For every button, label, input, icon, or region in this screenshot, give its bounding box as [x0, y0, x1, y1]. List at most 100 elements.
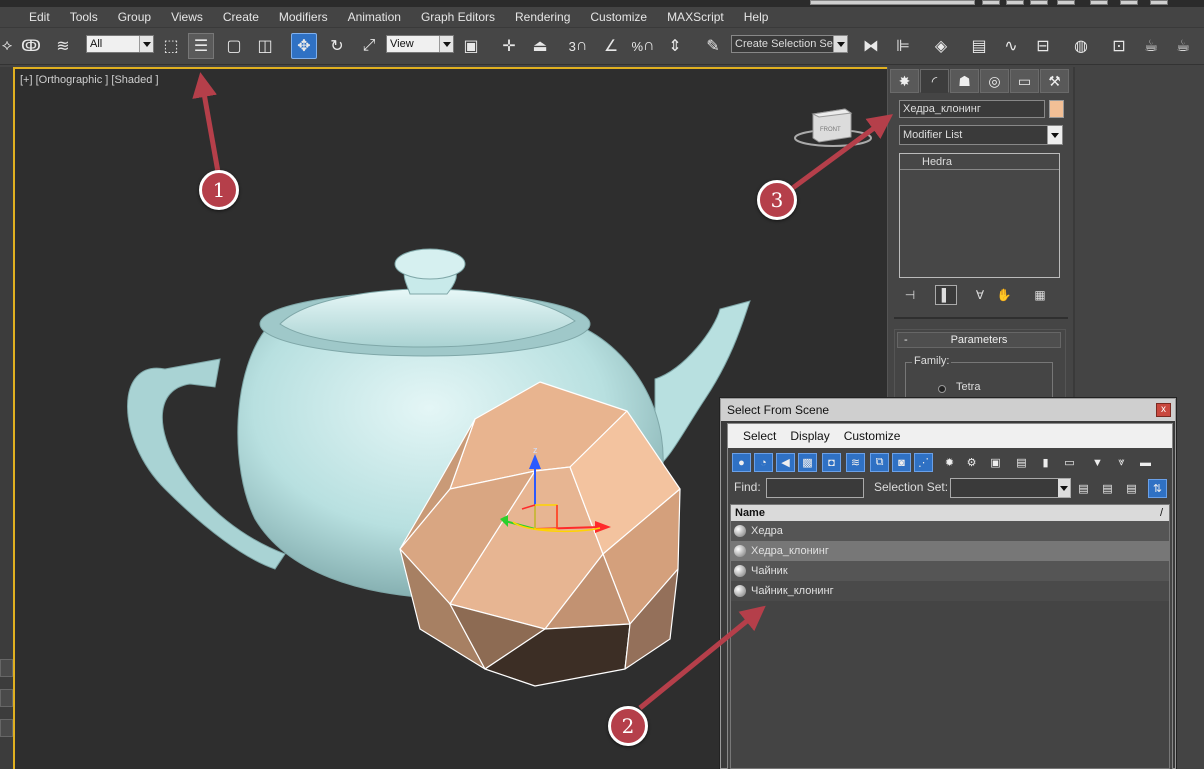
- select-influences-icon[interactable]: ▤: [1122, 479, 1141, 498]
- show-end-result-icon[interactable]: ▌: [935, 285, 957, 305]
- rendered-frame-icon[interactable]: ☕: [1138, 33, 1164, 59]
- dialog-menu-select[interactable]: Select: [736, 429, 783, 443]
- window-crossing-icon[interactable]: ◫: [252, 33, 278, 59]
- dialog-close-button[interactable]: x: [1156, 403, 1171, 417]
- menu-group[interactable]: Group: [108, 7, 161, 27]
- select-manipulate-icon[interactable]: ✛: [496, 33, 522, 59]
- list-item[interactable]: Чайник_клонинг: [731, 581, 1169, 601]
- display-geometry-icon[interactable]: ●: [732, 453, 751, 472]
- make-unique-icon[interactable]: ∀: [969, 285, 991, 305]
- chevron-down-icon[interactable]: [439, 36, 453, 52]
- hierarchy-tab-icon[interactable]: ☗: [950, 69, 979, 93]
- modify-tab-icon[interactable]: ◜: [920, 69, 949, 93]
- maximize-button[interactable]: [1120, 0, 1138, 5]
- menu-rendering[interactable]: Rendering: [505, 7, 580, 27]
- select-scale-icon[interactable]: ⤢: [356, 33, 382, 59]
- list-item[interactable]: Чайник: [731, 561, 1169, 581]
- select-object-icon[interactable]: ⬚: [158, 33, 184, 59]
- family-option-tetra[interactable]: Tetra: [956, 381, 980, 393]
- bind-space-warp-icon[interactable]: ≋: [50, 33, 76, 59]
- dialog-title[interactable]: Select From Scene: [721, 399, 1175, 421]
- mirror-icon[interactable]: ⧓: [858, 33, 884, 59]
- utilities-tab-icon[interactable]: ⚒: [1040, 69, 1069, 93]
- display-none-icon[interactable]: ⚙: [962, 453, 981, 472]
- curve-editor-icon[interactable]: ∿: [998, 33, 1024, 59]
- angle-snap-icon[interactable]: ∠: [598, 33, 624, 59]
- viewcube[interactable]: FRONT: [794, 108, 872, 147]
- selection-set-dropdown[interactable]: [950, 478, 1071, 498]
- minimize-button[interactable]: [1090, 0, 1108, 5]
- select-dependents-icon[interactable]: ▤: [1074, 479, 1093, 498]
- strip-button[interactable]: [0, 719, 13, 737]
- modifier-list-dropdown[interactable]: Modifier List: [899, 125, 1063, 145]
- rect-selection-icon[interactable]: ▢: [221, 33, 247, 59]
- display-space-warps-icon[interactable]: ≋: [846, 453, 865, 472]
- display-cameras-icon[interactable]: ▩: [798, 453, 817, 472]
- viewport-label[interactable]: [+] [Orthographic ] [Shaded ]: [20, 74, 159, 86]
- select-all-icon[interactable]: ▮: [1036, 453, 1055, 472]
- columns-icon[interactable]: ▬: [1136, 453, 1155, 472]
- display-xrefs-icon[interactable]: ◙: [892, 453, 911, 472]
- menu-graph-editors[interactable]: Graph Editors: [411, 7, 505, 27]
- configure-modifier-sets-icon[interactable]: ▦: [1029, 285, 1051, 305]
- menu-customize[interactable]: Customize: [580, 7, 657, 27]
- object-list[interactable]: Name / Хедра Хедра_клонинг Чайник Чайник_…: [730, 504, 1170, 769]
- select-none-icon[interactable]: ▭: [1060, 453, 1079, 472]
- remove-modifier-icon[interactable]: ✋: [993, 285, 1015, 305]
- close-button[interactable]: [1150, 0, 1168, 5]
- object-name-field[interactable]: Хедра_клонинг: [899, 100, 1045, 118]
- strip-button[interactable]: [0, 689, 13, 707]
- list-item[interactable]: Хедра_клонинг: [731, 541, 1169, 561]
- create-tab-icon[interactable]: ✸: [890, 69, 919, 93]
- display-all-icon[interactable]: ✹: [940, 453, 959, 472]
- search-box[interactable]: [810, 0, 975, 5]
- select-children-icon[interactable]: ▤: [1098, 479, 1117, 498]
- render-production-icon[interactable]: ☕: [1170, 33, 1196, 59]
- menu-tools[interactable]: Tools: [60, 7, 108, 27]
- filter-options-icon[interactable]: ⩔: [1112, 453, 1131, 472]
- find-input[interactable]: [766, 478, 864, 498]
- select-link-icon[interactable]: ⟡: [0, 33, 20, 59]
- select-by-name-icon[interactable]: ☰: [188, 33, 214, 59]
- sync-selection-icon[interactable]: ⇅: [1148, 479, 1167, 498]
- align-icon[interactable]: ⊫: [890, 33, 916, 59]
- spinner-snap-icon[interactable]: ⇕: [662, 33, 688, 59]
- menu-views[interactable]: Views: [161, 7, 213, 27]
- material-editor-icon[interactable]: ◍: [1068, 33, 1094, 59]
- display-lights-icon[interactable]: ◀: [776, 453, 795, 472]
- object-color-swatch[interactable]: [1049, 100, 1064, 118]
- dialog-menu-display[interactable]: Display: [783, 429, 836, 443]
- scene-explorer-icon[interactable]: ▤: [966, 33, 992, 59]
- parameters-rollout-header[interactable]: - Parameters: [897, 332, 1061, 348]
- title-button[interactable]: [982, 0, 1000, 5]
- display-tab-icon[interactable]: ▭: [1010, 69, 1039, 93]
- menu-edit[interactable]: Edit: [19, 7, 60, 27]
- edit-named-selection-icon[interactable]: ✎: [700, 33, 726, 59]
- motion-tab-icon[interactable]: ◎: [980, 69, 1009, 93]
- named-selection-dropdown[interactable]: Create Selection Se: [731, 35, 848, 53]
- display-helpers-icon[interactable]: ◘: [822, 453, 841, 472]
- unlink-icon[interactable]: ↂ: [18, 33, 44, 59]
- family-radio[interactable]: [938, 385, 946, 393]
- name-column-header[interactable]: Name /: [731, 505, 1169, 521]
- filter-icon[interactable]: ▼: [1088, 453, 1107, 472]
- pin-stack-icon[interactable]: ⊣: [899, 285, 921, 305]
- strip-button[interactable]: [0, 659, 13, 677]
- pivot-center-icon[interactable]: ▣: [458, 33, 484, 59]
- display-shapes-icon[interactable]: ◔: [754, 453, 773, 472]
- menu-modifiers[interactable]: Modifiers: [269, 7, 338, 27]
- keyboard-shortcut-icon[interactable]: ⏏: [527, 33, 553, 59]
- chevron-down-icon[interactable]: [1058, 479, 1070, 497]
- menu-help[interactable]: Help: [734, 7, 779, 27]
- menu-animation[interactable]: Animation: [338, 7, 411, 27]
- menu-create[interactable]: Create: [213, 7, 269, 27]
- render-setup-icon[interactable]: ⊡: [1106, 33, 1132, 59]
- stack-item-hedra[interactable]: Hedra: [900, 154, 1059, 170]
- menu-maxscript[interactable]: MAXScript: [657, 7, 734, 27]
- snaps-toggle-icon[interactable]: 3 ∩: [565, 33, 591, 59]
- chevron-down-icon[interactable]: [139, 36, 153, 52]
- select-rotate-icon[interactable]: ↻: [324, 33, 350, 59]
- dialog-menu-customize[interactable]: Customize: [837, 429, 908, 443]
- display-groups-icon[interactable]: ⧉: [870, 453, 889, 472]
- select-move-icon[interactable]: ✥: [291, 33, 317, 59]
